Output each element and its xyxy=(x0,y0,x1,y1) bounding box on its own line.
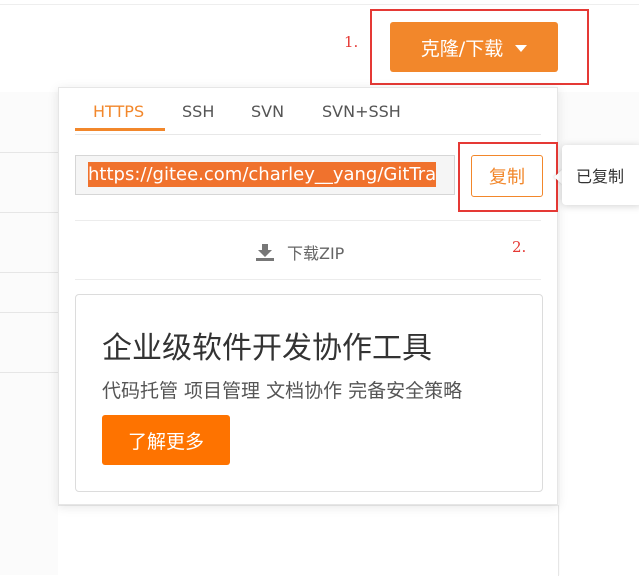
section-divider xyxy=(75,220,541,221)
background-row-divider xyxy=(0,312,60,313)
download-zip-label: 下载ZIP xyxy=(287,244,345,263)
header-divider xyxy=(0,4,639,5)
download-zip-link[interactable]: 下载ZIP xyxy=(255,240,344,264)
annotation-step-1: 1. xyxy=(344,33,359,51)
background-row-divider xyxy=(0,372,60,373)
tab-ssh[interactable]: SSH xyxy=(182,102,214,121)
tab-svn[interactable]: SVN xyxy=(251,102,284,121)
background-row-divider xyxy=(0,212,60,213)
annotation-step-2: 2. xyxy=(512,238,527,256)
tab-https[interactable]: HTTPS xyxy=(93,102,144,121)
repo-url-input[interactable]: https://gitee.com/charley__yang/GitTra xyxy=(75,155,455,195)
promo-subtitle: 代码托管 项目管理 文档协作 完备安全策略 xyxy=(102,380,463,402)
clone-download-label: 克隆/下载 xyxy=(420,37,504,60)
copied-tooltip-text: 已复制 xyxy=(576,167,625,186)
annotation-box-copy xyxy=(458,142,558,212)
promo-title: 企业级软件开发协作工具 xyxy=(102,331,432,366)
background-row-divider xyxy=(0,272,60,273)
section-divider xyxy=(75,279,541,280)
clone-download-button[interactable]: 克隆/下载 xyxy=(390,22,558,72)
repo-url-text: https://gitee.com/charley__yang/GitTra xyxy=(88,162,437,187)
background-bottom-strip xyxy=(58,505,559,576)
tab-svn-ssh[interactable]: SVN+SSH xyxy=(322,102,401,121)
active-tab-indicator xyxy=(75,128,165,131)
protocol-tabs: HTTPS SSH SVN SVN+SSH xyxy=(75,88,541,135)
background-row-divider xyxy=(0,152,60,153)
learn-more-button[interactable]: 了解更多 xyxy=(102,415,230,465)
caret-down-icon xyxy=(515,44,528,52)
background-side-panel xyxy=(560,200,639,575)
copied-tooltip: 已复制 xyxy=(562,145,639,205)
promo-card: 企业级软件开发协作工具 代码托管 项目管理 文档协作 完备安全策略 了解更多 xyxy=(75,294,543,492)
download-icon xyxy=(256,244,274,261)
